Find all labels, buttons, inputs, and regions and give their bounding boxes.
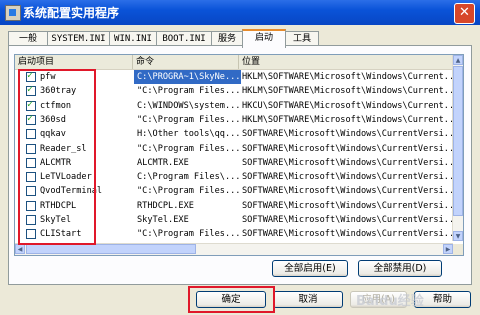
vertical-scrollbar[interactable]: ▲ ▼ (452, 55, 463, 241)
startup-item-checkbox[interactable] (26, 84, 36, 97)
startup-row[interactable]: 360sd "C:\Program Files...HKLM\SOFTWARE\M… (15, 113, 453, 127)
startup-item-command: C:\WINDOWS\system... (137, 100, 241, 111)
horizontal-scrollbar[interactable]: ◀ ▶ (15, 243, 453, 255)
column-header-location[interactable]: 位置 (239, 55, 453, 69)
startup-item-checkbox[interactable] (26, 229, 36, 240)
disable-all-button[interactable]: 全部禁用(D) (358, 260, 442, 277)
tab-win-ini[interactable]: WIN.INI (109, 31, 157, 46)
scrollbar-corner (453, 244, 463, 255)
startup-item-checkbox[interactable] (26, 113, 36, 125)
startup-list[interactable]: 启动项目 命令 位置 pfwC:\PROGRA~1\SkyNe...HKLM\S… (14, 54, 464, 256)
startup-item-location: SOFTWARE\Microsoft\Windows\CurrentVersi.… (242, 200, 452, 211)
startup-item-checkbox[interactable] (26, 215, 36, 225)
cancel-button[interactable]: 取消 (273, 291, 343, 308)
startup-row[interactable]: ALCMTR ALCMTR.EXE SOFTWARE\Microsoft\Windo… (15, 156, 453, 170)
vertical-scroll-thumb[interactable] (453, 66, 463, 216)
horizontal-scroll-thumb[interactable] (26, 244, 196, 254)
tab-tools[interactable]: 工具 (285, 31, 319, 46)
startup-row[interactable]: pfw C:\PROGRA~1\SkyNe...HKLM\SOFTWARE\Mic… (15, 70, 453, 84)
startup-item-name: Reader_sl (40, 143, 87, 154)
startup-item-command: "C:\Program Files... (137, 229, 241, 240)
startup-row[interactable]: SkyTel SkyTel.EXE SOFTWARE\Microsoft\Windo… (15, 213, 453, 227)
startup-item-location: SOFTWARE\Microsoft\Windows\CurrentVersi.… (242, 229, 452, 240)
column-header-command[interactable]: 命令 (133, 55, 239, 69)
startup-row[interactable]: QvodTerminal "C:\Program Files... SOFTWARE… (15, 184, 453, 198)
startup-item-checkbox[interactable] (26, 157, 36, 168)
tab-startup[interactable]: 启动 (242, 29, 286, 48)
watermark: Baidu经验 (356, 294, 424, 309)
startup-item-location: HKLM\SOFTWARE\Microsoft\Windows\Current.… (242, 86, 452, 97)
startup-item-checkbox[interactable] (26, 99, 36, 111)
startup-item-checkbox[interactable] (26, 186, 36, 197)
title-bar[interactable]: 系统配置实用程序 ✕ (0, 0, 480, 25)
system-config-window: 系统配置实用程序 ✕ 一般 SYSTEM.INI WIN.INI BOOT.IN… (0, 0, 480, 315)
startup-row[interactable]: RTHDCPL RTHDCPL.EXE SOFTWARE\Microsoft\Win… (15, 199, 453, 213)
startup-item-location: SOFTWARE\Microsoft\Windows\CurrentVersi.… (242, 215, 452, 225)
startup-item-command: "C:\Program Files... (137, 86, 241, 97)
scroll-right-button[interactable]: ▶ (443, 244, 453, 254)
tab-services[interactable]: 服务 (211, 31, 243, 46)
startup-item-name: RTHDCPL (40, 200, 77, 211)
startup-item-checkbox[interactable] (26, 129, 36, 140)
window-title: 系统配置实用程序 (23, 6, 120, 20)
startup-item-name: ALCMTR (40, 157, 72, 168)
scroll-down-button[interactable]: ▼ (453, 231, 463, 241)
startup-row[interactable]: ctfmon C:\WINDOWS\system...HKCU\SOFTWARE\… (15, 99, 453, 113)
startup-row[interactable]: 360tray "C:\Program Files...HKLM\SOFTWARE… (15, 84, 453, 98)
startup-item-command: RTHDCPL.EXE (137, 200, 194, 211)
startup-item-name: 360sd (40, 114, 66, 125)
ok-button[interactable]: 确定 (196, 291, 266, 308)
startup-item-command: ALCMTR.EXE (137, 157, 189, 168)
tab-general[interactable]: 一般 (8, 31, 48, 46)
startup-item-name: QvodTerminal (40, 186, 103, 197)
startup-item-location: HKLM\SOFTWARE\Microsoft\Windows\Current.… (242, 114, 452, 125)
startup-item-location: HKCU\SOFTWARE\Microsoft\Windows\Current.… (242, 100, 452, 111)
close-button[interactable]: ✕ (454, 3, 475, 24)
startup-item-command: C:\Program Files\... (137, 172, 241, 183)
startup-item-name: ctfmon (40, 100, 72, 111)
startup-row[interactable]: LeTVLoader C:\Program Files\... SOFTWARE\M… (15, 170, 453, 184)
column-header-startup-item[interactable]: 启动项目 (15, 55, 133, 69)
startup-item-command: "C:\Program Files... (137, 186, 241, 197)
startup-item-command: SkyTel.EXE (137, 215, 189, 225)
startup-item-location: SOFTWARE\Microsoft\Windows\CurrentVersi.… (242, 157, 452, 168)
startup-item-location: SOFTWARE\Microsoft\Windows\CurrentVersi.… (242, 186, 452, 197)
tab-boot-ini[interactable]: BOOT.INI (156, 31, 212, 46)
startup-item-location: SOFTWARE\Microsoft\Windows\CurrentVersi.… (242, 129, 452, 140)
startup-item-command: C:\PROGRA~1\SkyNe... (134, 70, 241, 84)
list-header: 启动项目 命令 位置 (15, 55, 453, 70)
startup-row[interactable]: qqkav H:\Other tools\qq... SOFTWARE\Micros… (15, 127, 453, 141)
scroll-left-button[interactable]: ◀ (15, 244, 25, 254)
startup-item-location: SOFTWARE\Microsoft\Windows\CurrentVersi.… (242, 143, 452, 154)
startup-item-checkbox[interactable] (26, 70, 36, 82)
startup-row[interactable]: CLIStart "C:\Program Files... SOFTWARE\Mic… (15, 227, 453, 241)
startup-item-name: CLIStart (40, 229, 82, 240)
startup-item-checkbox[interactable] (26, 172, 36, 183)
startup-item-location: SOFTWARE\Microsoft\Windows\CurrentVersi.… (242, 172, 452, 183)
enable-all-button[interactable]: 全部启用(E) (272, 260, 348, 277)
startup-item-location: HKLM\SOFTWARE\Microsoft\Windows\Current.… (242, 72, 452, 82)
startup-item-name: 360tray (40, 86, 77, 97)
startup-item-command: H:\Other tools\qq... (137, 129, 241, 140)
startup-item-command: "C:\Program Files... (137, 143, 241, 154)
startup-item-command: "C:\Program Files... (137, 114, 241, 125)
tab-system-ini[interactable]: SYSTEM.INI (47, 31, 110, 46)
scroll-up-button[interactable]: ▲ (453, 55, 463, 65)
app-icon (5, 5, 21, 21)
startup-item-name: pfw (40, 72, 56, 82)
startup-item-name: qqkav (40, 129, 66, 140)
startup-item-checkbox[interactable] (26, 200, 36, 211)
startup-item-checkbox[interactable] (26, 143, 36, 154)
startup-item-name: LeTVLoader (40, 172, 92, 183)
startup-row[interactable]: Reader_sl "C:\Program Files... SOFTWARE\Mi… (15, 142, 453, 156)
startup-item-name: SkyTel (40, 215, 72, 225)
